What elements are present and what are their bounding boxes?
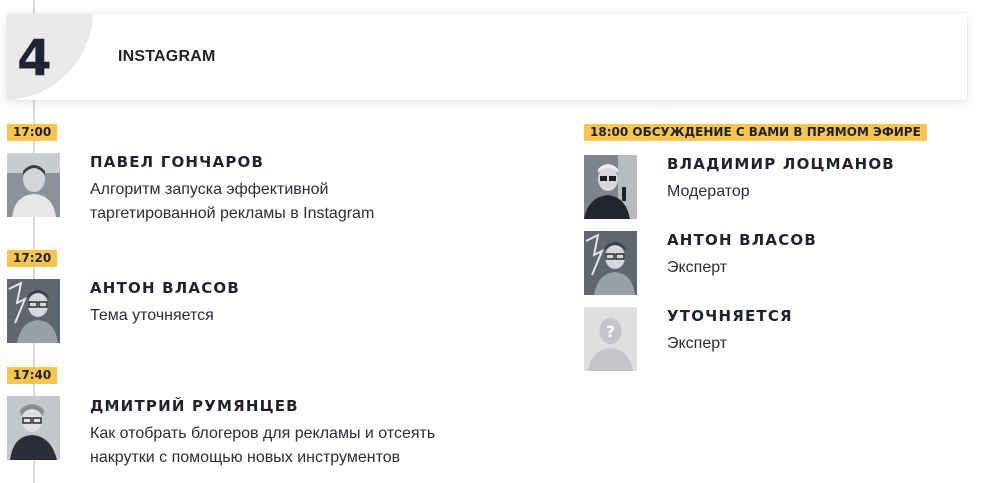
speaker-photo-icon [7, 279, 60, 343]
talk-topic-line: Алгоритм запуска эффективной [90, 181, 329, 198]
talk-topic-line: Тема уточняется [90, 307, 214, 324]
talk-topic-line: Как отобрать блогеров для рекламы и отсе… [90, 425, 436, 442]
panelist-avatar-lotsmanov [584, 155, 637, 219]
speaker-name: АНТОН ВЛАСОВ [90, 279, 241, 297]
discussion-time-badge: 18:00 ОБСУЖДЕНИЕ С ВАМИ В ПРЯМОМ ЭФИРЕ [584, 124, 927, 141]
speaker-name: ДМИТРИЙ РУМЯНЦЕВ [90, 397, 299, 415]
panelist-avatar-vlasov [584, 231, 637, 295]
speaker-photo-icon [7, 396, 60, 460]
day-header-card: 4 INSTAGRAM [7, 14, 967, 100]
time-badge-slot-3: 17:40 [7, 367, 58, 384]
speaker-photo-icon [584, 231, 637, 295]
panelist-role: Модератор [667, 183, 750, 200]
unknown-person-icon: ? [584, 307, 637, 371]
speaker-photo-icon [584, 155, 637, 219]
svg-text:?: ? [606, 322, 615, 341]
time-badge-slot-2: 17:20 [7, 250, 58, 267]
panelist-name: УТОЧНЯЕТСЯ [667, 307, 793, 325]
day-number: 4 [17, 29, 52, 87]
speaker-avatar-vlasov [7, 279, 60, 343]
speaker-photo-icon [7, 153, 60, 217]
talk-topic-line: таргетированной рекламы в Instagram [90, 205, 375, 222]
time-badge-slot-1: 17:00 [7, 124, 58, 141]
panelist-name: АНТОН ВЛАСОВ [667, 231, 818, 249]
speaker-avatar-goncharov [7, 153, 60, 217]
panelist-name: ВЛАДИМИР ЛОЦМАНОВ [667, 155, 895, 173]
speaker-avatar-rumyantsev [7, 396, 60, 460]
talk-topic-line: накрутки с помощью новых инструментов [90, 449, 401, 466]
speaker-name: ПАВЕЛ ГОНЧАРОВ [90, 153, 265, 171]
day-topic-title: INSTAGRAM [118, 48, 216, 65]
panelist-role: Эксперт [667, 259, 728, 276]
panelist-role: Эксперт [667, 335, 728, 352]
panelist-avatar-placeholder: ? [584, 307, 637, 371]
